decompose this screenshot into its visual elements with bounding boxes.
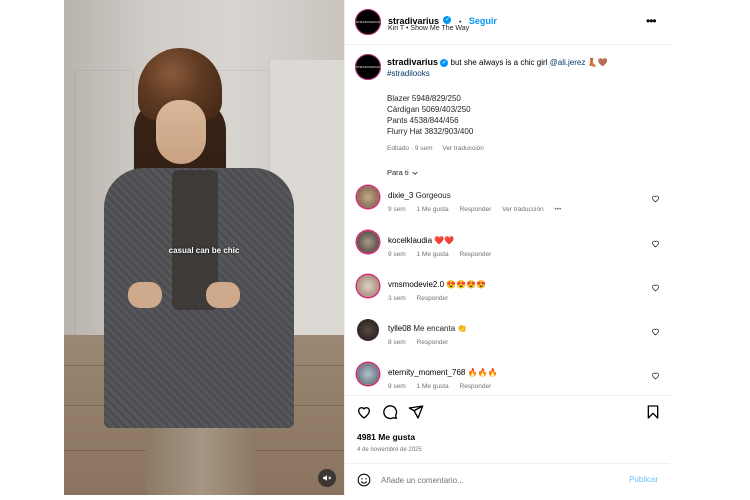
comment-time: 8 sem (388, 339, 406, 346)
comment-username[interactable]: vmsmodevie2.0 (388, 280, 444, 289)
more-options-icon[interactable]: ••• (646, 15, 657, 27)
comment-text: 😍😍😍😍 (446, 280, 487, 289)
product-code-line: Cárdigan 5069/403/250 (387, 105, 471, 114)
post-details-panel: STRADIVARIUS stradivarius ✓ • Seguir Kir… (344, 0, 670, 495)
heart-icon[interactable] (651, 239, 660, 248)
comment-text: 🔥🔥🔥 (467, 368, 498, 377)
comment-username[interactable]: kocelklaudia (388, 236, 432, 245)
speaker-muted-icon (323, 475, 332, 481)
product-code-line: Pants 4538/844/456 (387, 116, 459, 125)
chevron-down-icon (412, 171, 418, 175)
like-heart-icon[interactable] (356, 404, 372, 420)
comment-likes[interactable]: 1 Me gusta (417, 206, 449, 213)
reply-button[interactable]: Responder (417, 339, 449, 346)
verified-badge-icon: ✓ (443, 15, 452, 24)
avatar[interactable] (357, 186, 379, 208)
brand-logo: STRADIVARIUS (355, 20, 381, 24)
comment-options-icon[interactable]: ••• (555, 206, 562, 213)
post-caption: STRADIVARIUS stradivarius ✓ but she alwa… (345, 45, 670, 154)
comment-input[interactable] (381, 471, 611, 489)
comment-username[interactable]: eternity_moment_768 (388, 368, 465, 377)
comments-scroll-area[interactable]: STRADIVARIUS stradivarius ✓ but she alwa… (345, 45, 670, 395)
like-count[interactable]: 4981 Me gusta (357, 432, 415, 442)
reply-button[interactable]: Responder (460, 206, 492, 213)
caption-text: but she always is a chic girl (450, 58, 548, 67)
emoji-icon[interactable] (357, 473, 371, 487)
verified-badge-icon: ✓ (440, 58, 449, 67)
comment-likes[interactable]: 1 Me gusta (417, 383, 449, 390)
comment-likes[interactable]: 1 Me gusta (417, 251, 449, 258)
product-code-line: Blazer 5948/829/250 (387, 94, 461, 103)
caption-meta: Editado · 9 sem Ver traducción (387, 143, 658, 154)
comment-time: 3 sem (388, 295, 406, 302)
caption-emojis: 👢🤎 (587, 58, 608, 67)
brand-logo: STRADIVARIUS (355, 64, 381, 69)
edited-label: Editado · 9 sem (387, 145, 433, 152)
comment-time: 9 sem (388, 206, 406, 213)
post-header: STRADIVARIUS stradivarius ✓ • Seguir Kir… (345, 0, 670, 45)
reply-button[interactable]: Responder (460, 383, 492, 390)
comment-username[interactable]: dixie_3 (388, 191, 413, 200)
comment-item: tylle08 Me encanta 👏 8 sem Responder (345, 319, 670, 363)
caption-username-link[interactable]: stradivarius (387, 57, 438, 67)
see-translation-link[interactable]: Ver traducción (502, 206, 544, 213)
save-bookmark-icon[interactable] (645, 404, 661, 420)
post-date: 4 de noviembre de 2025 (357, 447, 422, 453)
comment-item: eternity_moment_768 🔥🔥🔥 9 sem 1 Me gusta… (345, 363, 670, 395)
comment-time: 9 sem (388, 251, 406, 258)
comment-username[interactable]: tylle08 (388, 324, 411, 333)
see-translation-link[interactable]: Ver traducción (442, 145, 484, 152)
comment-item: vmsmodevie2.0 😍😍😍😍 3 sem Responder (345, 275, 670, 319)
comment-text: ❤️❤️ (434, 236, 455, 245)
mention-link[interactable]: @ali.jerez (550, 58, 586, 67)
heart-icon[interactable] (651, 283, 660, 292)
share-paper-plane-icon[interactable] (408, 404, 424, 420)
video-caption-overlay: casual can be chic (168, 246, 240, 255)
heart-icon[interactable] (651, 371, 660, 380)
comment-item: kocelklaudia ❤️❤️ 9 sem 1 Me gusta Respo… (345, 231, 670, 275)
reply-button[interactable]: Responder (460, 251, 492, 258)
comment-text: Gorgeous (415, 191, 451, 200)
add-comment-bar: Publicar (345, 463, 670, 496)
product-codes: Blazer 5948/829/250 Cárdigan 5069/403/25… (387, 93, 658, 137)
comment-sort-dropdown[interactable]: Para ti (345, 168, 670, 177)
avatar[interactable]: STRADIVARIUS (355, 54, 381, 80)
heart-icon[interactable] (651, 194, 660, 203)
avatar[interactable]: STRADIVARIUS (355, 9, 381, 35)
avatar[interactable] (357, 363, 379, 385)
post-actions: 4981 Me gusta 4 de noviembre de 2025 Pub… (345, 395, 670, 495)
comment-item: dixie_3 Gorgeous 9 sem 1 Me gusta Respon… (345, 186, 670, 230)
hashtag-link[interactable]: #stradilooks (387, 68, 658, 79)
follow-button[interactable]: Seguir (469, 16, 497, 26)
avatar[interactable] (357, 231, 379, 253)
comment-bubble-icon[interactable] (382, 404, 398, 420)
comment-time: 9 sem (388, 383, 406, 390)
product-code-line: Flurry Hat 3832/903/400 (387, 127, 474, 136)
audio-track-link[interactable]: Kiri T • Show Me The Way (388, 25, 469, 32)
mute-button[interactable] (318, 469, 336, 487)
heart-icon[interactable] (651, 327, 660, 336)
avatar[interactable] (357, 319, 379, 341)
reply-button[interactable]: Responder (417, 295, 449, 302)
publish-button[interactable]: Publicar (629, 475, 658, 484)
post-media-video[interactable]: casual can be chic (64, 0, 344, 495)
avatar[interactable] (357, 275, 379, 297)
comment-text: Me encanta 👏 (413, 324, 468, 333)
